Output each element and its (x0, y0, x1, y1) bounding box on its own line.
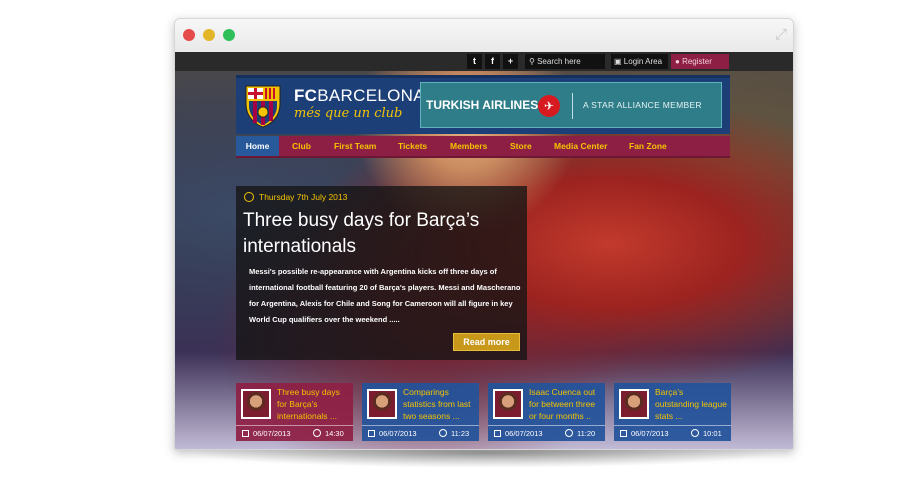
news-card[interactable]: Isaac Cuenca out for between three or fo… (488, 383, 605, 441)
star-alliance-label: A STAR ALLIANCE MEMBER (583, 100, 702, 110)
read-more-button[interactable]: Read more (453, 333, 520, 351)
nav-item-club[interactable]: Club (292, 136, 311, 156)
news-meta: 06/07/2013 11:20 (488, 425, 605, 441)
news-thumbnail (241, 389, 271, 419)
news-date: 06/07/2013 (494, 428, 543, 440)
calendar-icon (620, 430, 627, 437)
calendar-icon (368, 430, 375, 437)
news-card[interactable]: Three busy days for Barça’s internationa… (236, 383, 353, 441)
news-time: 11:23 (439, 428, 469, 440)
sponsor-divider (572, 93, 573, 119)
news-meta: 06/07/2013 14:30 (236, 425, 353, 441)
page-viewport: t f + ⚲ Search here ▣ Login Area ● Regis… (175, 52, 793, 449)
news-title[interactable]: Isaac Cuenca out for between three or fo… (529, 386, 603, 422)
nav-item-first-team[interactable]: First Team (334, 136, 376, 156)
browser-window: ⤢ t f + ⚲ Search here ▣ Login Area ● Reg… (174, 18, 794, 450)
news-date: 06/07/2013 (242, 428, 291, 440)
nav-item-tickets[interactable]: Tickets (398, 136, 427, 156)
site-header: FCBARCELONA més que un club TURKISH AIRL… (236, 75, 730, 134)
clock-icon (565, 429, 573, 437)
news-title[interactable]: Three busy days for Barça’s internationa… (277, 386, 351, 422)
news-thumbnail (367, 389, 397, 419)
main-navigation: Home Club First Team Tickets Members Sto… (236, 136, 730, 158)
close-window-button[interactable] (183, 29, 195, 41)
login-label: Login Area (623, 57, 663, 66)
login-button[interactable]: ▣ Login Area (611, 54, 668, 69)
fullscreen-icon[interactable]: ⤢ (773, 27, 789, 43)
lock-icon: ▣ (614, 57, 622, 66)
sponsor-banner[interactable]: TURKISH AIRLINES ✈ A STAR ALLIANCE MEMBE… (420, 82, 722, 128)
search-placeholder: Search here (537, 57, 581, 66)
club-crest-logo[interactable] (242, 82, 284, 128)
news-thumbnail (619, 389, 649, 419)
news-time: 14:30 (313, 428, 344, 440)
clock-icon (313, 429, 321, 437)
title-bar: ⤢ (175, 19, 793, 52)
calendar-icon (494, 430, 501, 437)
utility-bar: t f + ⚲ Search here ▣ Login Area ● Regis… (175, 52, 793, 71)
nav-item-store[interactable]: Store (510, 136, 532, 156)
news-card[interactable]: Barça’s outstanding league stats ... 06/… (614, 383, 731, 441)
article-title[interactable]: Three busy days for Barça’s internationa… (243, 208, 513, 260)
sponsor-name: TURKISH AIRLINES (426, 98, 539, 112)
search-icon: ⚲ (529, 57, 535, 66)
nav-item-home[interactable]: Home (236, 136, 279, 156)
news-date: 06/07/2013 (368, 428, 417, 440)
news-meta: 06/07/2013 10:01 (614, 425, 731, 441)
airline-logo-icon: ✈ (538, 95, 560, 117)
maximize-window-button[interactable] (223, 29, 235, 41)
nav-item-fan-zone[interactable]: Fan Zone (629, 136, 667, 156)
brand-motto: més que un club (294, 106, 403, 121)
plus-icon[interactable]: + (503, 54, 518, 69)
nav-item-members[interactable]: Members (450, 136, 487, 156)
search-input[interactable]: ⚲ Search here (525, 54, 605, 69)
news-meta: 06/07/2013 11:23 (362, 425, 479, 441)
news-title[interactable]: Barça’s outstanding league stats ... (655, 386, 729, 422)
article-summary: Messi's possible re-appearance with Arge… (249, 267, 521, 324)
minimize-window-button[interactable] (203, 29, 215, 41)
brand-name: FCBARCELONA (294, 86, 425, 105)
news-date: 06/07/2013 (620, 428, 669, 440)
calendar-icon (242, 430, 249, 437)
clock-icon (439, 429, 447, 437)
twitter-icon[interactable]: t (467, 54, 482, 69)
user-icon: ● (675, 57, 680, 66)
clock-icon (244, 192, 254, 202)
register-label: Register (682, 57, 712, 66)
news-title[interactable]: Comparings statistics from last two seas… (403, 386, 477, 422)
nav-item-media-center[interactable]: Media Center (554, 136, 607, 156)
register-button[interactable]: ● Register (671, 54, 729, 69)
news-thumbnail (493, 389, 523, 419)
clock-icon (691, 429, 699, 437)
news-time: 10:01 (691, 428, 722, 440)
facebook-icon[interactable]: f (485, 54, 500, 69)
news-time: 11:20 (565, 428, 595, 440)
news-card[interactable]: Comparings statistics from last two seas… (362, 383, 479, 441)
featured-article: Thursday 7th July 2013 Three busy days f… (236, 186, 527, 360)
article-date: Thursday 7th July 2013 (244, 192, 347, 202)
